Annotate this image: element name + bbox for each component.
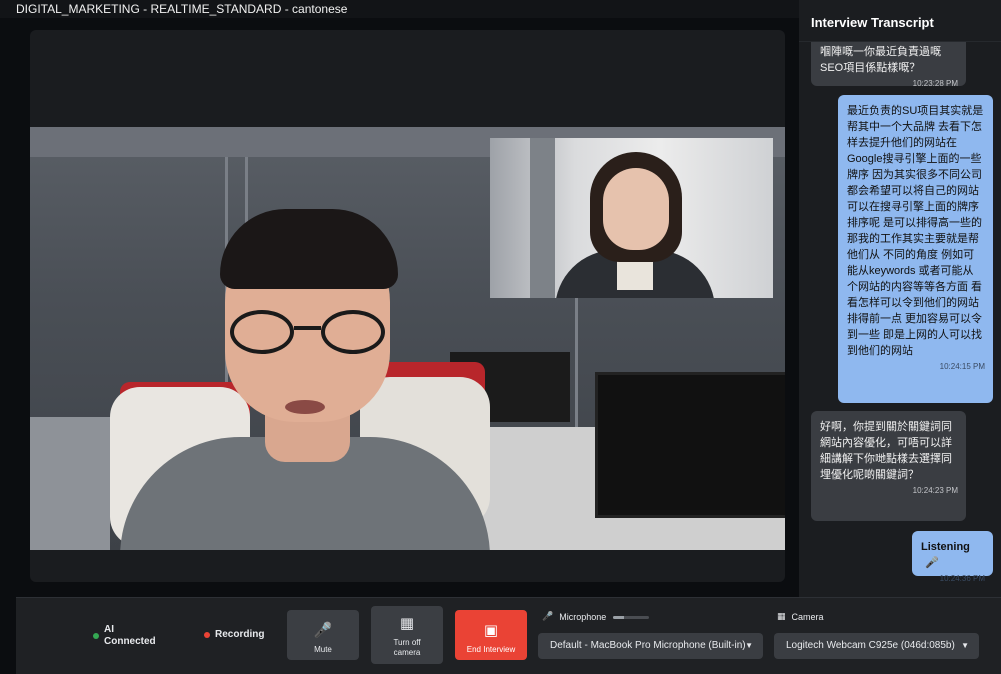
microphone-level-meter bbox=[613, 616, 649, 619]
message-text: 最近负责的SU项目其实就是帮其中一个大品牌 去看下怎样去提升他们的网站在Goog… bbox=[847, 105, 984, 357]
pip-door bbox=[530, 138, 555, 298]
message-timestamp: 10:24:36 PM bbox=[939, 574, 985, 583]
candidate-mouth bbox=[285, 400, 325, 414]
camera-section-label: ▦ Camera bbox=[777, 611, 824, 622]
message-text: Listening bbox=[921, 541, 970, 553]
control-bar: AI Connected Recording 🎤 Mute ▦ Turn off… bbox=[16, 597, 1001, 674]
recording-dot-icon bbox=[204, 631, 210, 638]
camera-select[interactable]: Logitech Webcam C925e (046d:085b) ▼ bbox=[774, 633, 979, 659]
status-dot-icon bbox=[93, 633, 99, 639]
transcript-message-user: 最近负责的SU项目其实就是帮其中一个大品牌 去看下怎样去提升他们的网站在Goog… bbox=[838, 95, 993, 403]
ai-status: AI Connected bbox=[93, 624, 162, 648]
microphone-section-label: 🎤 Microphone bbox=[542, 611, 606, 622]
chevron-down-icon: ▼ bbox=[745, 641, 753, 650]
camera-icon: ▦ bbox=[777, 611, 786, 621]
message-timestamp: 10:24:15 PM bbox=[939, 362, 985, 371]
chevron-down-icon: ▼ bbox=[961, 641, 969, 650]
transcript-message-ai: 好啊，你提到關於關鍵詞同網站內容優化，可唔可以詳細講解下你哋點樣去選擇同埋優化呢… bbox=[811, 411, 966, 521]
end-interview-label: End Interview bbox=[466, 645, 516, 654]
transcript-message-listening: Listening 🎤 10:24:36 PM bbox=[912, 531, 993, 583]
candidate-glasses bbox=[230, 310, 385, 354]
transcript-title: Interview Transcript bbox=[799, 0, 1001, 42]
camera-icon: ▦ bbox=[399, 615, 415, 632]
camera-toggle-button[interactable]: ▦ Turn off camera bbox=[371, 606, 443, 664]
video-monitor bbox=[595, 372, 785, 518]
message-text: 好啊，你提到關於關鍵詞同網站內容優化，可唔可以詳細講解下你哋點樣去選擇同埋優化呢… bbox=[820, 421, 952, 481]
glasses-lens bbox=[230, 310, 294, 354]
ai-status-label: AI Connected bbox=[104, 624, 156, 647]
message-text: 嗰陣嘅一你最近負責過嘅SEO項目係點樣嘅？ bbox=[820, 46, 941, 74]
microphone-level-fill bbox=[613, 616, 624, 619]
candidate-hair bbox=[220, 209, 398, 289]
microphone-icon: 🎤 bbox=[313, 622, 333, 639]
microphone-select[interactable]: Default - MacBook Pro Microphone (Built-… bbox=[538, 633, 763, 659]
microphone-label: Microphone bbox=[559, 611, 607, 622]
microphone-icon: 🎤 bbox=[925, 557, 939, 569]
message-timestamp: 10:23:28 PM bbox=[912, 79, 958, 88]
video-cabinet bbox=[30, 417, 110, 550]
end-interview-button[interactable]: ▣ End Interview bbox=[455, 610, 527, 660]
microphone-device: Default - MacBook Pro Microphone (Built-… bbox=[550, 640, 746, 651]
microphone-icon: 🎤 bbox=[542, 611, 554, 621]
interviewer-video bbox=[490, 138, 773, 298]
recording-status: Recording bbox=[204, 629, 264, 640]
stop-icon: ▣ bbox=[483, 622, 499, 639]
video-stage bbox=[30, 30, 785, 582]
mute-label: Mute bbox=[314, 645, 332, 654]
interviewer-face bbox=[603, 168, 669, 250]
glasses-lens bbox=[321, 310, 385, 354]
camera-label: Camera bbox=[791, 611, 824, 622]
glasses-bridge bbox=[294, 326, 321, 330]
camera-device: Logitech Webcam C925e (046d:085b) bbox=[786, 640, 955, 651]
mute-button[interactable]: 🎤 Mute bbox=[287, 610, 359, 660]
camera-toggle-label: Turn off camera bbox=[393, 638, 421, 657]
transcript-panel[interactable]: Interview Transcript 嗰陣嘅一你最近負責過嘅SEO項目係點樣… bbox=[799, 0, 1001, 597]
message-timestamp: 10:24:23 PM bbox=[912, 486, 958, 495]
window-title: DIGITAL_MARKETING - REALTIME_STANDARD - … bbox=[0, 0, 799, 18]
recording-label: Recording bbox=[215, 629, 265, 640]
